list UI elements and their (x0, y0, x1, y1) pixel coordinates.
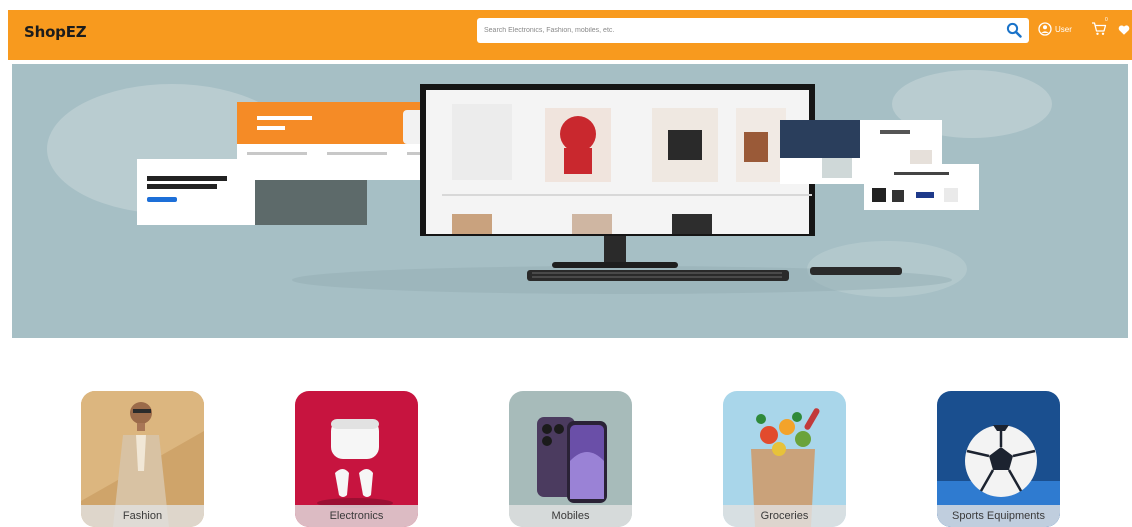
user-menu[interactable]: User (1038, 22, 1072, 36)
category-card-electronics[interactable]: Electronics (295, 391, 418, 527)
user-circle-icon (1038, 22, 1052, 36)
user-label: User (1055, 24, 1072, 34)
category-card-mobiles[interactable]: Mobiles (509, 391, 632, 527)
page: ShopEZ User 0 (0, 0, 1132, 527)
heart-icon (1118, 25, 1130, 35)
category-label: Groceries (723, 505, 846, 527)
brand-logo[interactable]: ShopEZ (24, 23, 87, 41)
category-label: Electronics (295, 505, 418, 527)
search-icon (1006, 22, 1022, 38)
cart-count-badge: 0 (1105, 17, 1108, 23)
category-list: Fashion Electronics Mobiles Groceries Sp… (0, 391, 1132, 527)
search-bar (477, 18, 1029, 43)
cart-icon (1092, 22, 1107, 35)
wishlist-button[interactable] (1118, 23, 1130, 41)
navbar: ShopEZ User 0 (8, 10, 1132, 60)
category-label: Sports Equipments (937, 505, 1060, 527)
hero-banner[interactable] (12, 64, 1128, 338)
cart-button[interactable]: 0 (1091, 17, 1108, 41)
category-card-sports-equipments[interactable]: Sports Equipments (937, 391, 1060, 527)
category-label: Fashion (81, 505, 204, 527)
search-input[interactable] (477, 19, 987, 42)
category-card-groceries[interactable]: Groceries (723, 391, 846, 527)
search-button[interactable] (1005, 21, 1023, 39)
category-label: Mobiles (509, 505, 632, 527)
banner-illustration (47, 70, 1052, 297)
category-card-fashion[interactable]: Fashion (81, 391, 204, 527)
